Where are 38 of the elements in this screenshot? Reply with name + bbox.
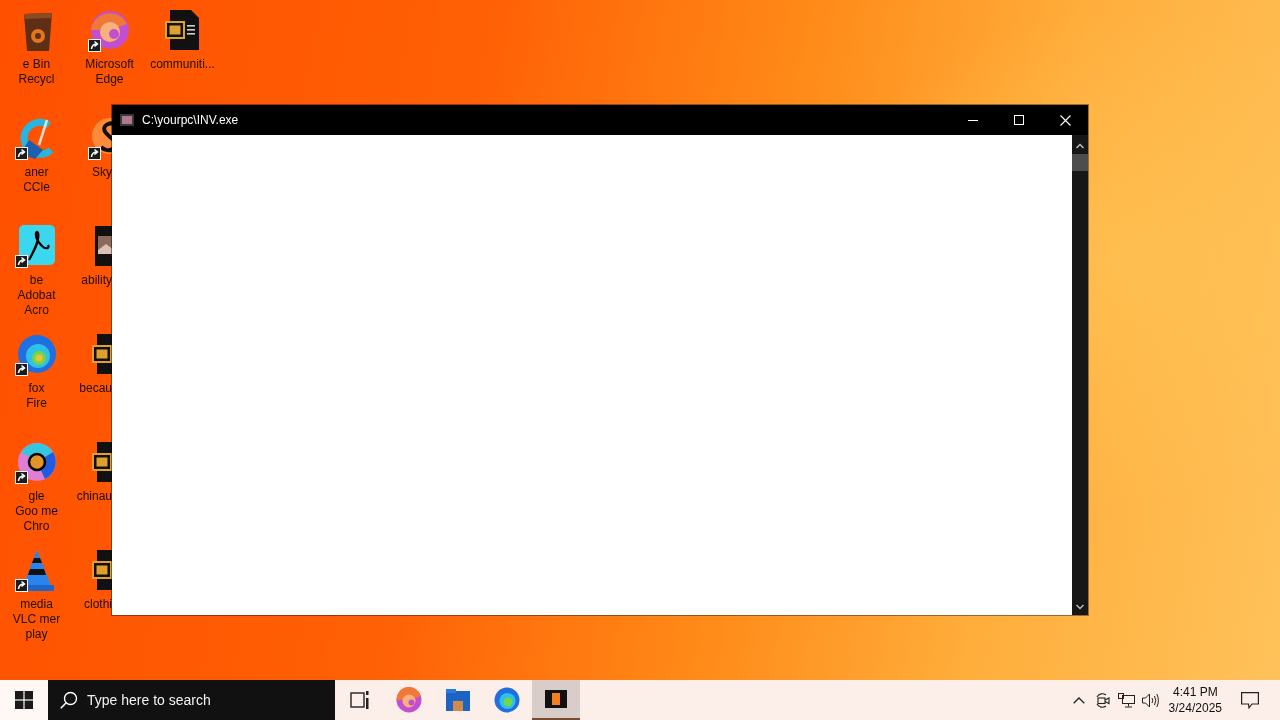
speaker-icon xyxy=(1142,692,1160,708)
desktop-icon-label[interactable]: fox Fire xyxy=(26,381,47,411)
chevron-up-icon xyxy=(1072,696,1085,704)
desktop-icon-label[interactable]: communiti... xyxy=(150,57,215,72)
search-icon xyxy=(60,691,78,709)
desktop-icon-label[interactable]: aner CCle xyxy=(23,165,50,195)
console-window-icon xyxy=(545,690,567,708)
desktop-icon-label[interactable]: clothi xyxy=(84,597,112,612)
start-icon xyxy=(15,691,33,709)
browser-icon xyxy=(494,687,520,713)
browser-icon[interactable] xyxy=(14,332,59,376)
clock-button[interactable]: 4:41 PM 3/24/2025 xyxy=(1162,680,1228,720)
desktop-icon-label[interactable]: chinau xyxy=(76,489,112,504)
desktop-icon-label[interactable]: e Bin Recycl xyxy=(18,57,55,87)
desktop-icon-label[interactable]: be Adobat Acro xyxy=(17,273,56,318)
search-field[interactable]: Type here to search xyxy=(48,680,335,720)
desktop-icon-label[interactable]: Sky xyxy=(92,165,112,180)
start-button[interactable] xyxy=(0,680,48,720)
desktop-icon-label[interactable]: ability xyxy=(81,273,112,288)
folder-icon xyxy=(446,689,470,711)
scroll-thumb[interactable] xyxy=(1072,154,1088,171)
browser-icon[interactable] xyxy=(87,8,132,52)
browser-icon[interactable] xyxy=(14,440,59,484)
desktop-icon-label[interactable]: gle Goo me Chro xyxy=(15,489,58,534)
close-icon xyxy=(1059,114,1071,126)
taskbar-app-button[interactable] xyxy=(532,680,580,720)
window-title: C:\yourpc\INV.exe xyxy=(142,113,239,127)
desktop-icon-label[interactable]: media VLC mer play xyxy=(12,597,61,642)
browser-icon xyxy=(396,687,422,713)
task-view-icon xyxy=(350,690,370,710)
console-app-icon xyxy=(120,114,134,126)
network-icon xyxy=(1118,692,1136,708)
notifications-icon xyxy=(1241,691,1259,709)
maximize-icon xyxy=(1014,115,1024,125)
desktop-icon-label[interactable]: becau xyxy=(79,381,112,396)
camera-icon xyxy=(1095,692,1111,708)
desktop-icon-label[interactable]: Microsoft Edge xyxy=(85,57,134,87)
minimize-icon xyxy=(968,119,978,121)
